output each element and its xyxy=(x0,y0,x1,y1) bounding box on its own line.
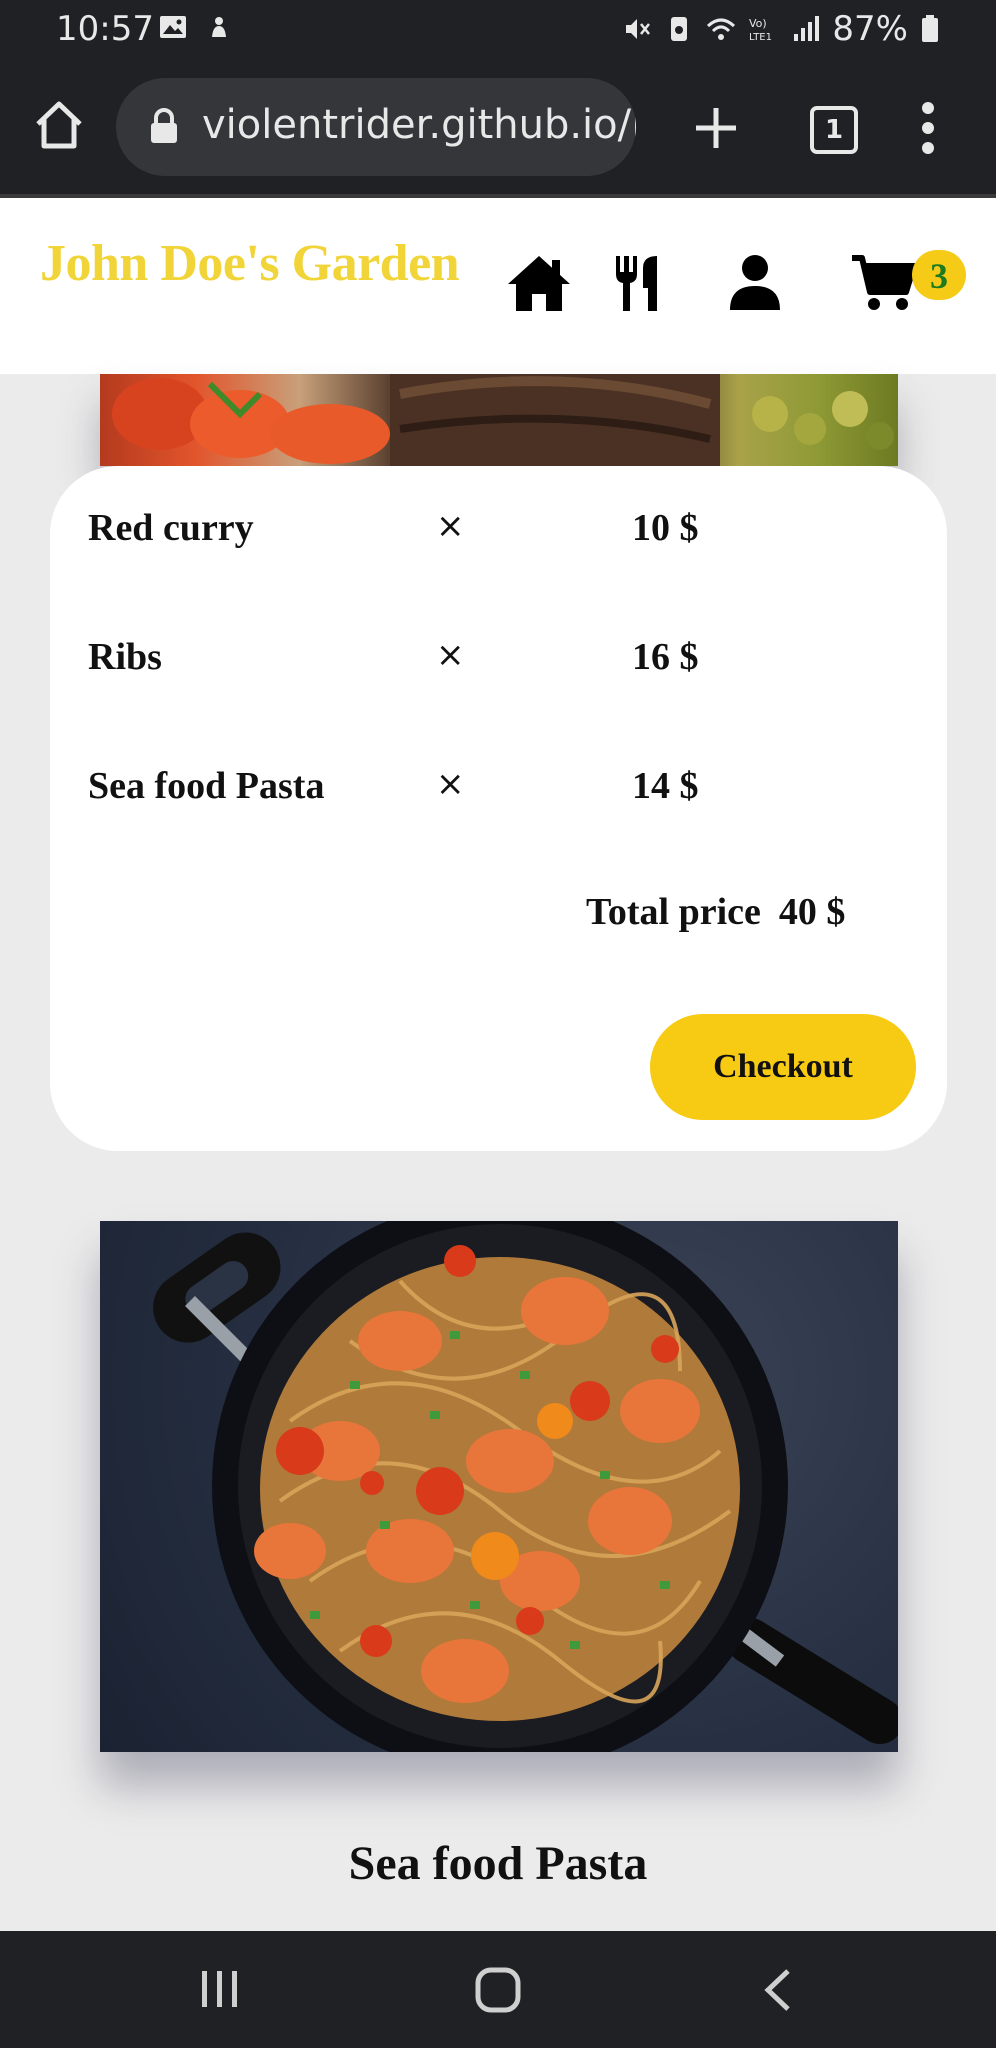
site-header: John Doe's Garden 3 xyxy=(0,198,996,374)
cart-item-price: 16 $ xyxy=(632,636,699,678)
svg-text:Vo): Vo) xyxy=(749,17,767,30)
browser-toolbar: violentrider.github.io/F 1 xyxy=(0,62,996,198)
status-right-icons: Vo) LTE1 87% xyxy=(622,9,940,49)
total-price-value: 40 $ xyxy=(778,891,846,933)
signal-icon xyxy=(794,16,820,41)
remove-item-button[interactable]: × xyxy=(436,635,465,675)
wifi-icon xyxy=(707,18,736,40)
cart-item-price: 10 $ xyxy=(632,507,699,549)
home-nav-icon[interactable] xyxy=(506,254,572,312)
back-icon[interactable] xyxy=(760,1967,794,2013)
image-icon xyxy=(160,16,186,38)
ribs-plate-illustration xyxy=(112,374,894,466)
status-bar: 10:57 Vo) LTE1 87% xyxy=(0,0,996,62)
battery-icon xyxy=(922,15,938,42)
cart-count-badge: 3 xyxy=(912,250,966,300)
cart-item-row: Red curry × 10 $ xyxy=(50,506,947,566)
recycle-icon xyxy=(671,17,688,41)
cart-item-row: Ribs × 16 $ xyxy=(50,635,947,695)
status-left-icons xyxy=(158,12,234,42)
checkout-button[interactable]: Checkout xyxy=(650,1014,916,1120)
battery-percent: 87% xyxy=(832,9,908,49)
home-button-icon[interactable] xyxy=(475,1967,521,2013)
cart-icon[interactable] xyxy=(850,254,916,312)
notification-icon xyxy=(212,17,226,37)
volte-icon: Vo) LTE1 xyxy=(749,17,772,43)
svg-text:LTE1: LTE1 xyxy=(749,32,772,43)
recent-apps-icon[interactable] xyxy=(198,1967,242,2011)
remove-item-button[interactable]: × xyxy=(436,506,465,546)
home-icon[interactable] xyxy=(32,98,86,152)
tab-switcher-button[interactable]: 1 xyxy=(810,106,858,154)
menu-utensils-icon[interactable] xyxy=(612,254,664,312)
mute-icon xyxy=(626,19,651,39)
lock-icon xyxy=(151,108,177,143)
seafood-pasta-illustration xyxy=(153,1221,898,1752)
remove-item-button[interactable]: × xyxy=(436,764,465,804)
cart-panel: Red curry × 10 $ Ribs × 16 $ Sea food Pa… xyxy=(50,466,947,1151)
new-tab-icon[interactable] xyxy=(690,102,742,154)
total-price: Total price 40 $ xyxy=(586,890,845,934)
total-price-label: Total price xyxy=(586,891,761,933)
user-icon[interactable] xyxy=(728,254,782,310)
cart-item-name: Ribs xyxy=(88,636,162,678)
cart-item-name: Red curry xyxy=(88,507,254,549)
cart-item-price: 14 $ xyxy=(632,765,699,807)
brand-logo[interactable]: John Doe's Garden xyxy=(40,234,460,293)
cart-item-row: Sea food Pasta × 14 $ xyxy=(50,764,947,824)
system-nav-bar xyxy=(0,1931,996,2048)
cart-item-name: Sea food Pasta xyxy=(88,765,325,807)
more-options-icon[interactable] xyxy=(920,100,936,156)
dish-title: Sea food Pasta xyxy=(348,1837,648,1890)
ribs-food-image xyxy=(100,374,898,466)
url-text[interactable]: violentrider.github.io/F xyxy=(202,102,636,148)
seafood-pasta-image[interactable] xyxy=(100,1221,898,1752)
status-time: 10:57 xyxy=(56,9,154,49)
url-bar[interactable]: violentrider.github.io/F xyxy=(116,78,636,176)
